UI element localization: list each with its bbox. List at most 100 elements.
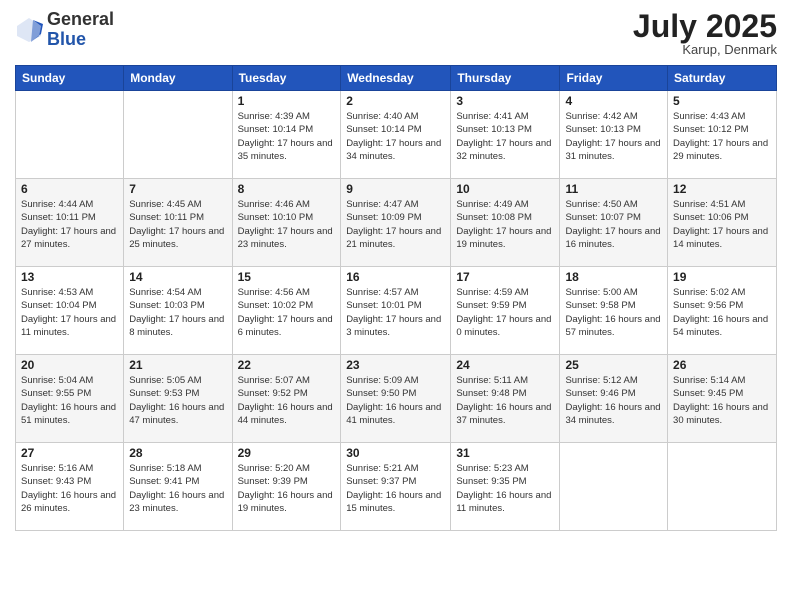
day-number: 29 (238, 446, 336, 460)
day-number: 15 (238, 270, 336, 284)
day-info: Sunrise: 5:21 AM Sunset: 9:37 PM Dayligh… (346, 462, 445, 515)
day-info: Sunrise: 4:50 AM Sunset: 10:07 PM Daylig… (565, 198, 662, 251)
calendar-cell: 26 Sunrise: 5:14 AM Sunset: 9:45 PM Dayli… (668, 355, 777, 443)
day-info: Sunrise: 4:49 AM Sunset: 10:08 PM Daylig… (456, 198, 554, 251)
day-number: 27 (21, 446, 118, 460)
calendar-cell: 24 Sunrise: 5:11 AM Sunset: 9:48 PM Dayli… (451, 355, 560, 443)
day-number: 4 (565, 94, 662, 108)
day-number: 3 (456, 94, 554, 108)
day-info: Sunrise: 5:02 AM Sunset: 9:56 PM Dayligh… (673, 286, 771, 339)
calendar-cell (668, 443, 777, 531)
day-info: Sunrise: 4:53 AM Sunset: 10:04 PM Daylig… (21, 286, 118, 339)
day-number: 5 (673, 94, 771, 108)
logo-icon (15, 16, 43, 44)
calendar-cell: 21 Sunrise: 5:05 AM Sunset: 9:53 PM Dayli… (124, 355, 232, 443)
calendar-cell: 15 Sunrise: 4:56 AM Sunset: 10:02 PM Dayl… (232, 267, 341, 355)
day-number: 17 (456, 270, 554, 284)
page: General Blue July 2025 Karup, Denmark Su… (0, 0, 792, 612)
day-number: 26 (673, 358, 771, 372)
day-number: 11 (565, 182, 662, 196)
day-number: 20 (21, 358, 118, 372)
day-info: Sunrise: 5:12 AM Sunset: 9:46 PM Dayligh… (565, 374, 662, 427)
calendar-cell: 11 Sunrise: 4:50 AM Sunset: 10:07 PM Dayl… (560, 179, 668, 267)
day-info: Sunrise: 4:57 AM Sunset: 10:01 PM Daylig… (346, 286, 445, 339)
day-number: 30 (346, 446, 445, 460)
day-info: Sunrise: 5:23 AM Sunset: 9:35 PM Dayligh… (456, 462, 554, 515)
logo-blue-text: Blue (47, 29, 86, 49)
day-info: Sunrise: 5:07 AM Sunset: 9:52 PM Dayligh… (238, 374, 336, 427)
day-number: 28 (129, 446, 226, 460)
day-number: 6 (21, 182, 118, 196)
day-info: Sunrise: 5:11 AM Sunset: 9:48 PM Dayligh… (456, 374, 554, 427)
calendar-cell: 29 Sunrise: 5:20 AM Sunset: 9:39 PM Dayli… (232, 443, 341, 531)
week-row-5: 27Sunrise: 5:16 AM Sunset: 9:43 PM Dayli… (16, 443, 777, 531)
day-number: 7 (129, 182, 226, 196)
day-info: Sunrise: 4:56 AM Sunset: 10:02 PM Daylig… (238, 286, 336, 339)
calendar-cell: 22Sunrise: 5:07 AM Sunset: 9:52 PM Dayli… (232, 355, 341, 443)
calendar-cell: 10 Sunrise: 4:49 AM Sunset: 10:08 PM Dayl… (451, 179, 560, 267)
calendar-cell: 30 Sunrise: 5:21 AM Sunset: 9:37 PM Dayli… (341, 443, 451, 531)
week-row-4: 20 Sunrise: 5:04 AM Sunset: 9:55 PM Dayli… (16, 355, 777, 443)
calendar-cell: 19 Sunrise: 5:02 AM Sunset: 9:56 PM Dayli… (668, 267, 777, 355)
calendar-cell: 3 Sunrise: 4:41 AM Sunset: 10:13 PM Dayli… (451, 91, 560, 179)
day-number: 23 (346, 358, 445, 372)
logo-general-text: General (47, 9, 114, 29)
calendar-cell: 5 Sunrise: 4:43 AM Sunset: 10:12 PM Dayli… (668, 91, 777, 179)
day-number: 25 (565, 358, 662, 372)
month-title: July 2025 (633, 10, 777, 42)
day-number: 1 (238, 94, 336, 108)
day-info: Sunrise: 5:14 AM Sunset: 9:45 PM Dayligh… (673, 374, 771, 427)
day-number: 9 (346, 182, 445, 196)
calendar-cell (16, 91, 124, 179)
col-header-tuesday: Tuesday (232, 66, 341, 91)
calendar-cell: 9Sunrise: 4:47 AM Sunset: 10:09 PM Dayli… (341, 179, 451, 267)
col-header-saturday: Saturday (668, 66, 777, 91)
col-header-friday: Friday (560, 66, 668, 91)
location: Karup, Denmark (633, 42, 777, 57)
calendar-cell: 14 Sunrise: 4:54 AM Sunset: 10:03 PM Dayl… (124, 267, 232, 355)
calendar-cell: 2Sunrise: 4:40 AM Sunset: 10:14 PM Dayli… (341, 91, 451, 179)
calendar-cell: 28 Sunrise: 5:18 AM Sunset: 9:41 PM Dayli… (124, 443, 232, 531)
day-info: Sunrise: 5:18 AM Sunset: 9:41 PM Dayligh… (129, 462, 226, 515)
logo-text: General Blue (47, 10, 114, 50)
day-info: Sunrise: 4:43 AM Sunset: 10:12 PM Daylig… (673, 110, 771, 163)
calendar-cell: 7 Sunrise: 4:45 AM Sunset: 10:11 PM Dayli… (124, 179, 232, 267)
calendar-cell: 16Sunrise: 4:57 AM Sunset: 10:01 PM Dayl… (341, 267, 451, 355)
day-number: 10 (456, 182, 554, 196)
col-header-wednesday: Wednesday (341, 66, 451, 91)
col-header-sunday: Sunday (16, 66, 124, 91)
day-info: Sunrise: 4:45 AM Sunset: 10:11 PM Daylig… (129, 198, 226, 251)
calendar-header-row: SundayMondayTuesdayWednesdayThursdayFrid… (16, 66, 777, 91)
day-info: Sunrise: 5:04 AM Sunset: 9:55 PM Dayligh… (21, 374, 118, 427)
day-info: Sunrise: 4:54 AM Sunset: 10:03 PM Daylig… (129, 286, 226, 339)
week-row-1: 1Sunrise: 4:39 AM Sunset: 10:14 PM Dayli… (16, 91, 777, 179)
day-info: Sunrise: 5:00 AM Sunset: 9:58 PM Dayligh… (565, 286, 662, 339)
day-number: 21 (129, 358, 226, 372)
calendar-cell: 4 Sunrise: 4:42 AM Sunset: 10:13 PM Dayli… (560, 91, 668, 179)
header: General Blue July 2025 Karup, Denmark (15, 10, 777, 57)
col-header-thursday: Thursday (451, 66, 560, 91)
day-number: 8 (238, 182, 336, 196)
day-number: 14 (129, 270, 226, 284)
calendar-cell: 17Sunrise: 4:59 AM Sunset: 9:59 PM Dayli… (451, 267, 560, 355)
col-header-monday: Monday (124, 66, 232, 91)
day-number: 24 (456, 358, 554, 372)
week-row-2: 6 Sunrise: 4:44 AM Sunset: 10:11 PM Dayli… (16, 179, 777, 267)
day-info: Sunrise: 4:51 AM Sunset: 10:06 PM Daylig… (673, 198, 771, 251)
calendar-cell (124, 91, 232, 179)
day-number: 31 (456, 446, 554, 460)
day-info: Sunrise: 5:20 AM Sunset: 9:39 PM Dayligh… (238, 462, 336, 515)
calendar-cell: 6 Sunrise: 4:44 AM Sunset: 10:11 PM Dayli… (16, 179, 124, 267)
day-info: Sunrise: 5:09 AM Sunset: 9:50 PM Dayligh… (346, 374, 445, 427)
calendar-cell: 31 Sunrise: 5:23 AM Sunset: 9:35 PM Dayli… (451, 443, 560, 531)
day-info: Sunrise: 5:05 AM Sunset: 9:53 PM Dayligh… (129, 374, 226, 427)
week-row-3: 13Sunrise: 4:53 AM Sunset: 10:04 PM Dayl… (16, 267, 777, 355)
calendar-cell: 23 Sunrise: 5:09 AM Sunset: 9:50 PM Dayli… (341, 355, 451, 443)
day-info: Sunrise: 4:44 AM Sunset: 10:11 PM Daylig… (21, 198, 118, 251)
calendar-cell: 27Sunrise: 5:16 AM Sunset: 9:43 PM Dayli… (16, 443, 124, 531)
day-info: Sunrise: 4:41 AM Sunset: 10:13 PM Daylig… (456, 110, 554, 163)
calendar-table: SundayMondayTuesdayWednesdayThursdayFrid… (15, 65, 777, 531)
day-info: Sunrise: 4:42 AM Sunset: 10:13 PM Daylig… (565, 110, 662, 163)
day-number: 19 (673, 270, 771, 284)
calendar-cell: 13Sunrise: 4:53 AM Sunset: 10:04 PM Dayl… (16, 267, 124, 355)
